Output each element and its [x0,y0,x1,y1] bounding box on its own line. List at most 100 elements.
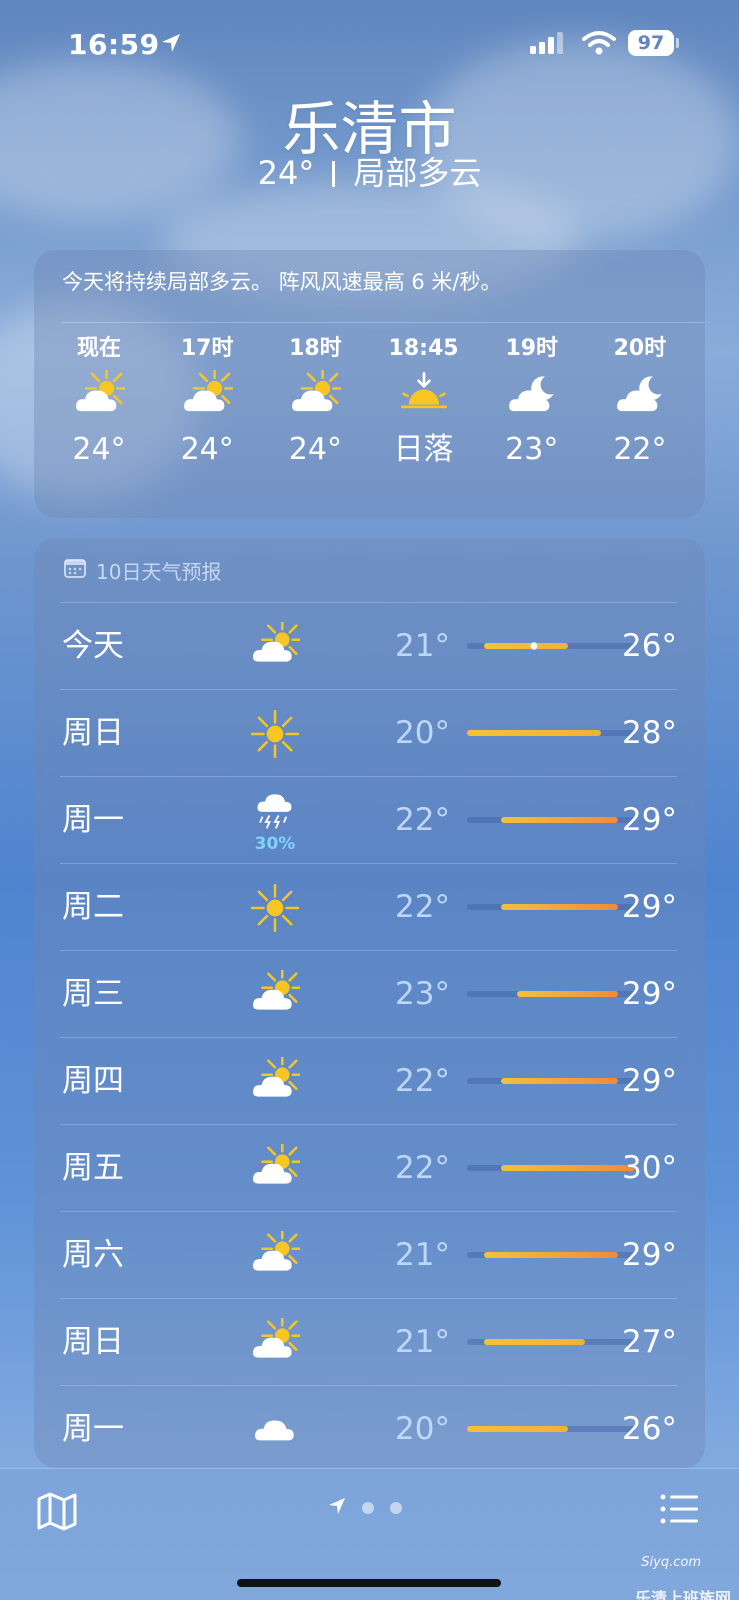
low-temp: 20° [395,1411,450,1447]
status-time: 16:59 [68,28,160,61]
hour-label: 18:45 [388,336,459,361]
temp-range-bar [467,730,602,736]
day-label: 周二 [62,889,124,925]
temp-range-bar [467,1426,568,1432]
high-temp: 29° [622,802,677,838]
daily-row[interactable]: 周六 21° 29° [60,1211,677,1298]
temp-range-bar [500,817,619,823]
bottom-toolbar: Siyq.com 乐清上班族网 [0,1468,739,1600]
temp-range-bar [483,1252,619,1258]
location-arrow-icon [160,32,182,58]
high-temp: 29° [622,889,677,925]
partly-cloudy-day-icon [245,951,305,1038]
temp-range-bar [500,904,619,910]
day-label: 周六 [62,1237,124,1273]
low-temp: 21° [395,1237,450,1273]
current-conditions: 24° 局部多云 [0,148,739,194]
low-temp: 22° [395,1063,450,1099]
hourly-forecast-card[interactable]: 今天将持续局部多云。 阵风风速最高 6 米/秒。 现在 24° 17时 24° 18时 2… [34,250,705,518]
day-label: 周三 [62,976,124,1012]
cellular-signal-icon [530,32,564,58]
hourly-item: 18时 24° [266,334,364,472]
temp-range-bar [483,643,568,649]
daily-row[interactable]: 周三 23° 29° [60,950,677,1037]
partly-cloudy-day-icon [73,364,125,428]
page-indicator[interactable] [328,1497,402,1519]
hour-value: 24° [72,432,126,467]
low-temp: 22° [395,1150,450,1186]
temp-range-track [467,991,635,997]
page-dot[interactable] [362,1502,374,1514]
sun-icon [245,864,305,951]
separator [332,161,336,187]
high-temp: 29° [622,1237,677,1273]
temp-range-track [467,817,635,823]
high-temp: 26° [622,628,677,664]
temp-range-track [467,1078,635,1084]
hourly-list[interactable]: 现在 24° 17时 24° 18时 24° 18:45 日落 19时 23° 20时 22° [50,334,689,472]
daily-row[interactable]: 周五 22° 30° [60,1124,677,1211]
low-temp: 20° [395,715,450,751]
low-temp: 22° [395,889,450,925]
daily-forecast-card[interactable]: 10日天气预报 今天 21° 26° 周日 20° 28° 周一 30% 22° 29° 周二 22°… [34,538,705,1468]
daily-row[interactable]: 周一 30% 22° 29° [60,776,677,863]
hourly-item: 现在 24° [50,334,148,472]
daily-row[interactable]: 周一 20° 26° [60,1385,677,1472]
cloud-icon [245,1386,305,1473]
hour-value: 22° [613,432,667,467]
hour-value: 23° [505,432,559,467]
hourly-item: 19时 23° [483,334,581,472]
temp-range-bar [500,1078,619,1084]
watermark-logo: Siyq.com [641,1555,701,1570]
daily-row[interactable]: 今天 21° 26° [60,602,677,689]
day-label: 周四 [62,1063,124,1099]
daily-forecast-header: 10日天气预报 [64,556,221,585]
partly-cloudy-night-icon [614,364,666,428]
hourly-item: 17时 24° [158,334,256,472]
daily-row[interactable]: 周二 22° 29° [60,863,677,950]
list-icon[interactable] [660,1493,700,1529]
day-label: 周日 [62,715,124,751]
hour-value: 24° [180,432,234,467]
day-label: 今天 [62,628,124,664]
hour-label: 19时 [505,336,559,361]
high-temp: 29° [622,1063,677,1099]
hour-label: 现在 [76,336,121,361]
page-dot[interactable] [390,1502,402,1514]
daily-row[interactable]: 周日 20° 28° [60,689,677,776]
current-condition: 局部多云 [353,154,482,192]
map-icon[interactable] [36,1491,78,1535]
hour-value: 日落 [393,432,454,467]
day-label: 周一 [62,1411,124,1447]
hour-label: 20时 [613,336,667,361]
high-temp: 27° [622,1324,677,1360]
temp-range-track [467,1426,635,1432]
daily-row[interactable]: 周四 22° 29° [60,1037,677,1124]
low-temp: 23° [395,976,450,1012]
temp-range-bar [517,991,619,997]
precip-chance: 30% [254,833,296,854]
temp-range-track [467,904,635,910]
divider [62,322,705,323]
temp-range-track [467,642,635,650]
watermark-text: 乐清上班族网 [634,1589,731,1600]
calendar-icon [64,558,86,583]
low-temp: 21° [395,628,450,664]
daily-row[interactable]: 周日 21° 27° [60,1298,677,1385]
partly-cloudy-day-icon [245,603,305,690]
sun-icon [245,690,305,777]
high-temp: 28° [622,715,677,751]
battery-tip [676,38,679,48]
partly-cloudy-day-icon [245,1299,305,1386]
current-location-page-icon[interactable] [328,1497,346,1519]
hourly-item: 18:45 日落 [375,334,473,472]
day-label: 周五 [62,1150,124,1186]
hour-value: 24° [288,432,342,467]
partly-cloudy-day-icon [245,1212,305,1299]
temp-range-track [467,730,635,736]
partly-cloudy-day-icon [181,364,234,428]
temp-range-track [467,1165,635,1171]
low-temp: 22° [395,802,450,838]
sunset-icon [398,364,450,428]
home-indicator[interactable] [237,1579,501,1587]
